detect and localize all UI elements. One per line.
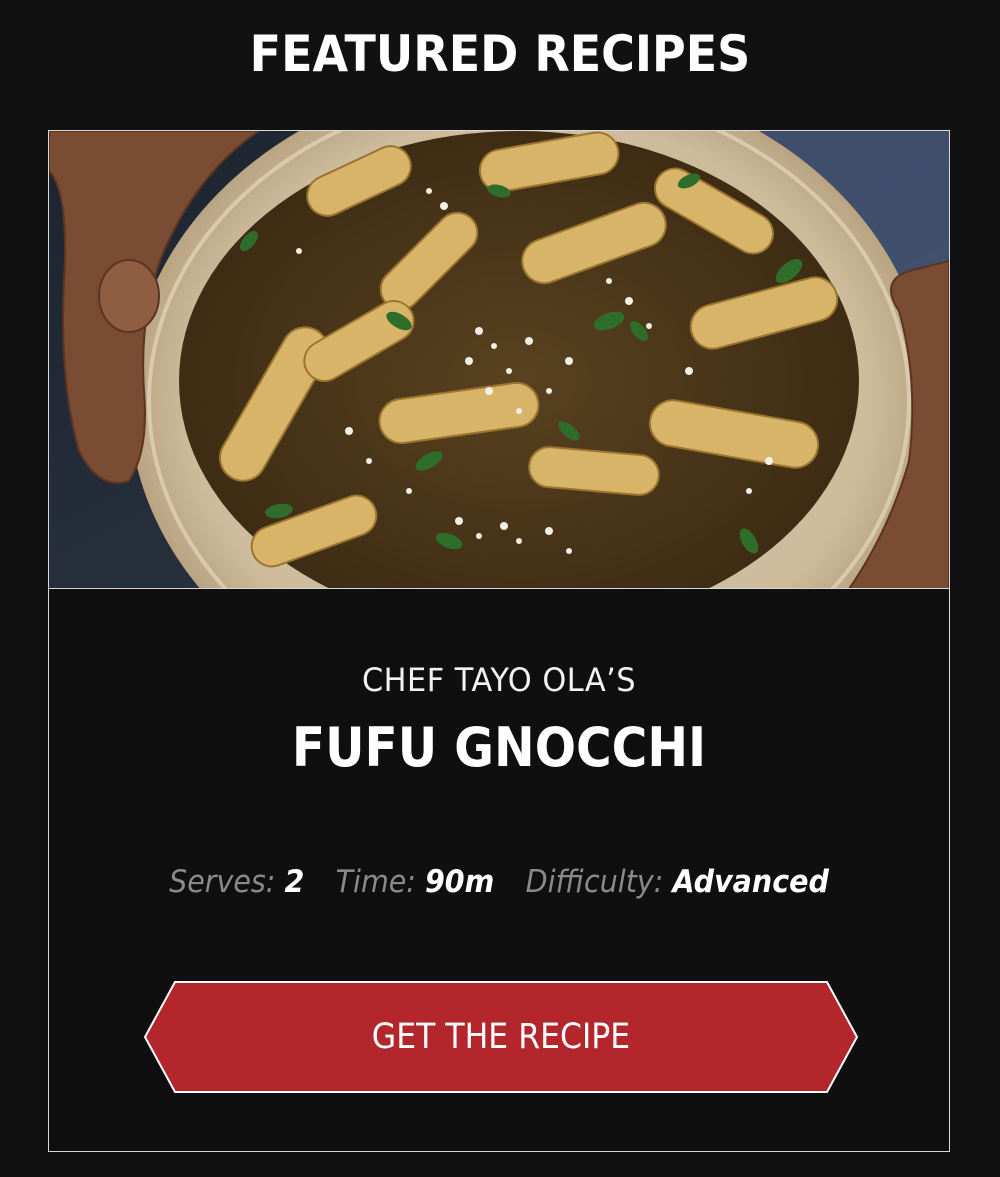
recipe-meta: Serves: 2 Time: 90m Difficulty: Advanced (85, 859, 913, 905)
difficulty-label: Difficulty: (525, 864, 664, 900)
recipe-card[interactable]: CHEF TAYO OLA’S FUFU GNOCCHI Serves: 2 Ti… (48, 130, 950, 1152)
recipe-photo[interactable] (49, 131, 949, 589)
time-label: Time: (335, 864, 416, 900)
get-recipe-button[interactable]: GET THE RECIPE (143, 981, 859, 1093)
chef-name: CHEF TAYO OLA’S (361, 661, 637, 699)
serves-value: 2 (284, 864, 305, 900)
difficulty-value: Advanced (672, 864, 829, 900)
get-recipe-label: GET THE RECIPE (371, 1017, 631, 1057)
section-title: FEATURED RECIPES (249, 25, 751, 83)
time-value: 90m (424, 864, 495, 900)
serves-label: Serves: (169, 864, 276, 900)
recipe-photo-image (49, 131, 949, 588)
recipe-title[interactable]: FUFU GNOCCHI (94, 713, 904, 783)
